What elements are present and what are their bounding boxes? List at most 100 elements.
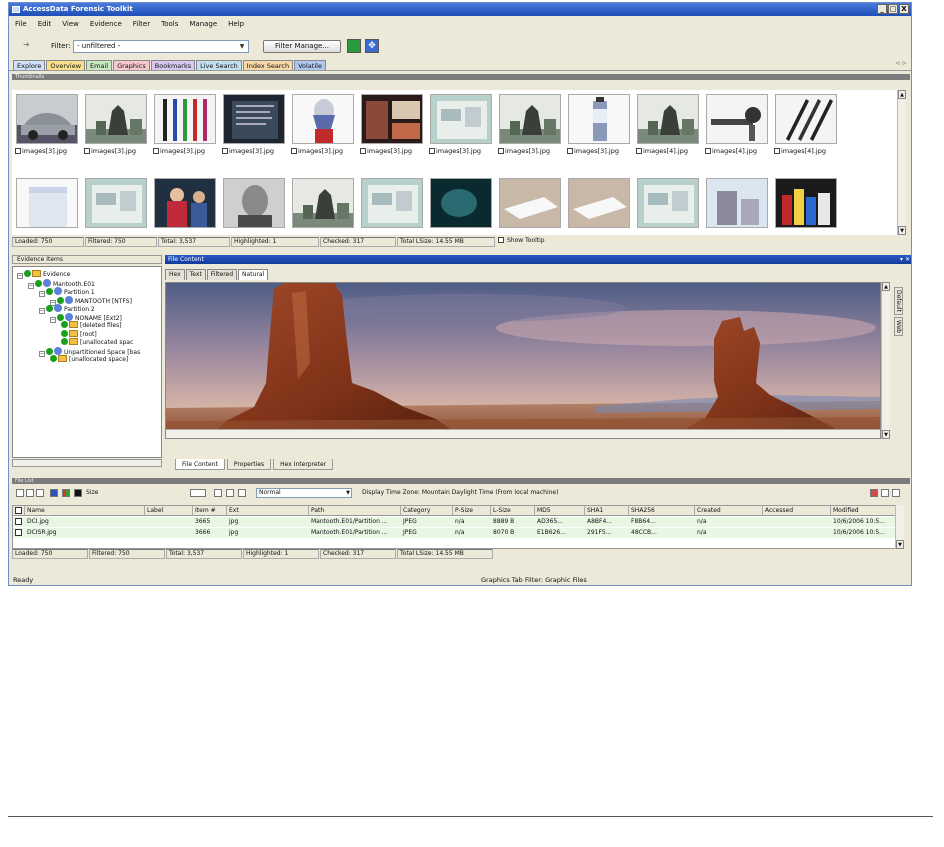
color-label-icon[interactable] bbox=[62, 489, 70, 497]
scroll-up-icon[interactable]: ▲ bbox=[898, 90, 906, 99]
tab-text[interactable]: Text bbox=[185, 269, 206, 280]
thumbnail-checkbox[interactable] bbox=[222, 148, 228, 154]
thumbnail-item[interactable] bbox=[359, 176, 425, 235]
thumbnail-item[interactable]: images[3].jpg bbox=[290, 92, 356, 162]
column-header[interactable]: MD5 bbox=[535, 506, 585, 516]
expand-icon[interactable]: − bbox=[28, 282, 34, 289]
tab-default[interactable]: Default bbox=[894, 287, 903, 315]
thumbnail-image[interactable] bbox=[568, 94, 630, 144]
expand-icon[interactable]: − bbox=[39, 291, 45, 297]
move-arrows-icon[interactable]: ✥ bbox=[365, 39, 379, 53]
thumbnail-image[interactable] bbox=[85, 178, 147, 228]
filter-select[interactable]: - unfiltered - ▼ bbox=[73, 40, 249, 53]
tab-hex-interpreter[interactable]: Hex Interpreter bbox=[273, 459, 334, 470]
thumbnail-checkbox[interactable] bbox=[567, 148, 573, 154]
thumbnail-item[interactable]: images[3].jpg bbox=[152, 92, 218, 162]
menu-evidence[interactable]: Evidence bbox=[90, 18, 122, 31]
tab-natural[interactable]: Natural bbox=[238, 269, 269, 280]
menu-filter[interactable]: Filter bbox=[133, 18, 150, 31]
thumbnail-view-icon[interactable] bbox=[226, 489, 234, 497]
check-all-icon[interactable] bbox=[16, 489, 24, 497]
file-list-scroll-down-icon[interactable]: ▼ bbox=[896, 540, 904, 549]
menu-help[interactable]: Help bbox=[228, 18, 244, 31]
thumbnail-image[interactable] bbox=[775, 94, 837, 144]
row-checkbox[interactable] bbox=[13, 517, 25, 527]
close-list-icon[interactable] bbox=[881, 489, 889, 497]
scroll-down-icon[interactable]: ▼ bbox=[898, 226, 906, 235]
tab-properties[interactable]: Properties bbox=[226, 459, 272, 470]
filter-manager-button[interactable]: Filter Manage... bbox=[263, 40, 341, 53]
row-checkbox[interactable] bbox=[13, 506, 25, 516]
grid-icon[interactable] bbox=[214, 489, 222, 497]
thumbnail-item[interactable]: images[4].jpg bbox=[704, 92, 770, 162]
thumbnail-image[interactable] bbox=[16, 178, 78, 228]
thumbnail-checkbox[interactable] bbox=[636, 148, 642, 154]
tab-overview[interactable]: Overview bbox=[46, 60, 86, 70]
pencil-icon[interactable] bbox=[50, 489, 58, 497]
thumbnail-image[interactable] bbox=[361, 178, 423, 228]
thumbnail-image[interactable] bbox=[292, 94, 354, 144]
thumbnail-checkbox[interactable] bbox=[291, 148, 297, 154]
table-row[interactable]: DCI.jpg 3665 jpg Mantooth.E01/Partition ...… bbox=[13, 517, 903, 527]
thumbnail-scrollbar[interactable]: ▲ ▼ bbox=[897, 90, 906, 235]
thumbnail-item[interactable] bbox=[635, 176, 701, 235]
expand-icon[interactable]: − bbox=[39, 350, 45, 357]
viewer-hscrollbar[interactable] bbox=[166, 429, 880, 438]
tab-graphics[interactable]: Graphics bbox=[113, 60, 150, 70]
tab-filtered[interactable]: Filtered bbox=[206, 269, 238, 280]
thumbnail-image[interactable] bbox=[430, 94, 492, 144]
thumbnail-checkbox[interactable] bbox=[774, 148, 780, 154]
tab-index-search[interactable]: Index Search bbox=[242, 60, 294, 70]
tree-hscrollbar[interactable] bbox=[12, 459, 162, 467]
thumbnail-item[interactable]: images[4].jpg bbox=[773, 92, 839, 162]
thumbnail-image[interactable] bbox=[568, 178, 630, 228]
back-arrow-icon[interactable]: ➜ bbox=[23, 40, 30, 49]
thumbnail-checkbox[interactable] bbox=[498, 148, 504, 154]
thumbnail-item[interactable] bbox=[152, 176, 218, 235]
tab-email[interactable]: Email bbox=[86, 60, 113, 70]
viewer-vscrollbar[interactable]: ▲ ▼ bbox=[881, 282, 890, 439]
search-icon[interactable] bbox=[870, 489, 878, 497]
column-header[interactable]: SHA256 bbox=[629, 506, 695, 516]
tab-web[interactable]: Web bbox=[894, 316, 903, 337]
columns-icon[interactable] bbox=[190, 489, 206, 497]
thumbnail-image[interactable] bbox=[361, 94, 423, 144]
thumbnail-item[interactable] bbox=[290, 176, 356, 235]
show-tooltip-checkbox[interactable]: Show Tooltip bbox=[496, 237, 574, 247]
thumbnail-image[interactable] bbox=[223, 178, 285, 228]
expand-icon[interactable]: − bbox=[17, 273, 23, 279]
uncheck-icon[interactable] bbox=[26, 489, 34, 497]
column-header[interactable]: Ext bbox=[227, 506, 309, 516]
thumbnail-image[interactable] bbox=[154, 94, 216, 144]
thumbnail-item[interactable]: images[3].jpg bbox=[83, 92, 149, 162]
thumbnail-checkbox[interactable] bbox=[705, 148, 711, 154]
thumbnail-item[interactable]: images[4].jpg bbox=[635, 92, 701, 162]
thumbnail-item[interactable] bbox=[497, 176, 563, 235]
tab-file-content[interactable]: File Content bbox=[175, 459, 225, 470]
black-square-icon[interactable] bbox=[74, 489, 82, 497]
column-header[interactable]: Name bbox=[25, 506, 145, 516]
column-header[interactable]: P-Size bbox=[453, 506, 491, 516]
thumbnail-item[interactable] bbox=[221, 176, 287, 235]
thumbnail-image[interactable] bbox=[706, 178, 768, 228]
tab-live-search[interactable]: Live Search bbox=[196, 60, 242, 70]
settings-icon[interactable] bbox=[892, 489, 900, 497]
close-button[interactable]: X bbox=[899, 4, 909, 14]
tab-volatile[interactable]: Volatile bbox=[294, 60, 326, 70]
tab-bookmarks[interactable]: Bookmarks bbox=[150, 60, 196, 70]
thumbnail-image[interactable] bbox=[775, 178, 837, 228]
thumbnail-item[interactable] bbox=[566, 176, 632, 235]
thumbnail-item[interactable] bbox=[83, 176, 149, 235]
column-header[interactable]: Path bbox=[309, 506, 401, 516]
thumbnail-item[interactable]: images[3].jpg bbox=[497, 92, 563, 162]
evidence-items-tab[interactable]: Evidence Items bbox=[12, 255, 162, 264]
thumbnail-image[interactable] bbox=[430, 178, 492, 228]
column-header[interactable]: Created bbox=[695, 506, 763, 516]
thumbnail-item[interactable]: images[3].jpg bbox=[14, 92, 80, 162]
thumbnail-image[interactable] bbox=[637, 178, 699, 228]
column-header[interactable]: SHA1 bbox=[585, 506, 629, 516]
thumbnail-item[interactable] bbox=[773, 176, 839, 235]
thumbnail-item[interactable]: images[3].jpg bbox=[221, 92, 287, 162]
thumbnail-item[interactable]: images[3].jpg bbox=[428, 92, 494, 162]
thumbnail-checkbox[interactable] bbox=[15, 148, 21, 154]
